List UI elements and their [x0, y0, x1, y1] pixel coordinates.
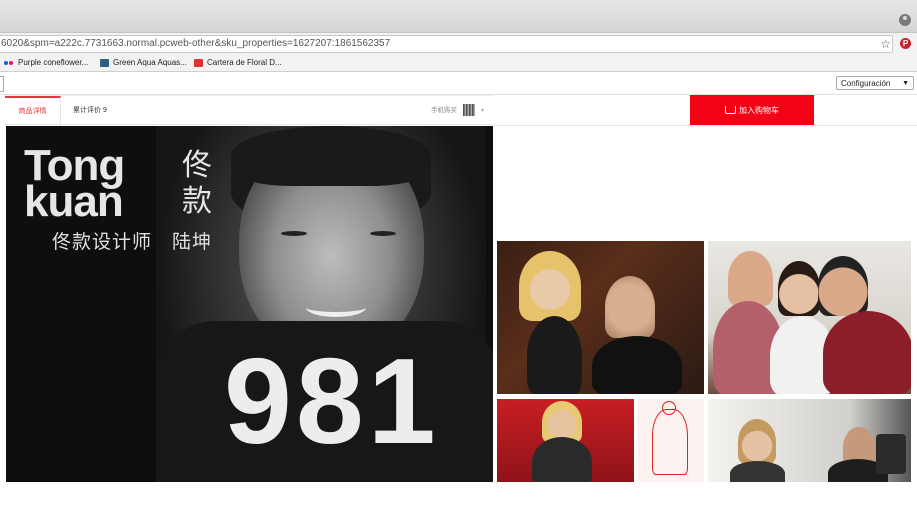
photo-meeting — [708, 399, 911, 482]
left-control-stub[interactable] — [0, 76, 4, 92]
brand-cn-logo: 佟款 — [182, 149, 212, 218]
brand-line-2: kuan — [24, 177, 124, 226]
portrait-eyes — [281, 231, 396, 237]
product-tabs: 商品详情 累计评价 9 手机购买 ▾ — [5, 95, 494, 126]
divider — [494, 125, 917, 126]
portrait-smile — [306, 298, 366, 317]
bookmarks-bar: Purple coneflower... Green Aqua Aquas...… — [0, 55, 917, 72]
url-field[interactable]: 6020&spm=a222c.7731663.normal.pcweb-othe… — [0, 35, 893, 53]
chevron-down-icon: ▼ — [902, 80, 909, 87]
address-bar-area: 6020&spm=a222c.7731663.normal.pcweb-othe… — [0, 33, 917, 55]
configuration-label: Configuración — [841, 79, 891, 88]
tab-reviews[interactable]: 累计评价 9 — [73, 96, 107, 126]
photo-fashion-sketch — [638, 399, 704, 482]
site-icon — [100, 58, 109, 67]
flickr-icon — [4, 59, 14, 67]
bookmark-item[interactable]: Purple coneflower... — [4, 58, 88, 67]
tab-product-details[interactable]: 商品详情 — [5, 96, 61, 126]
bookmark-star-icon[interactable]: ☆ — [880, 37, 891, 51]
pinterest-icon[interactable]: P — [900, 38, 911, 49]
cart-icon — [725, 106, 736, 114]
photo-red-carpet — [497, 399, 634, 482]
jersey-number: 981 — [224, 333, 440, 469]
chevron-down-icon: ▾ — [481, 108, 485, 114]
photo-event-2 — [708, 241, 911, 394]
mobile-buy-label[interactable]: 手机购买 — [431, 96, 457, 126]
brand-logo: Tong kuan — [24, 144, 125, 226]
bookmark-label: Purple coneflower... — [18, 58, 89, 67]
add-to-cart-label: 加入购物车 — [739, 105, 779, 115]
bookmark-item[interactable]: Cartera de Floral D... — [194, 58, 282, 67]
bookmark-label: Cartera de Floral D... — [207, 58, 282, 67]
browser-title-bar — [0, 0, 917, 33]
qr-code-icon[interactable] — [463, 104, 475, 116]
portrait-hair-top — [231, 126, 431, 186]
page-toolbar — [0, 72, 917, 95]
bookmark-label: Green Aqua Aquas... — [113, 58, 187, 67]
designer-caption: 佟款设计师 陆坤 — [52, 232, 213, 253]
image-icon — [194, 58, 203, 67]
bookmark-item[interactable]: Green Aqua Aquas... — [100, 58, 187, 67]
hero-banner: Tong kuan 佟款 佟款设计师 陆坤 981 — [6, 126, 493, 482]
add-to-cart-button[interactable]: 加入购物车 — [690, 95, 814, 125]
profile-icon[interactable] — [899, 14, 911, 26]
configuration-select[interactable]: Configuración ▼ — [836, 76, 914, 90]
photo-event-1 — [497, 241, 704, 394]
